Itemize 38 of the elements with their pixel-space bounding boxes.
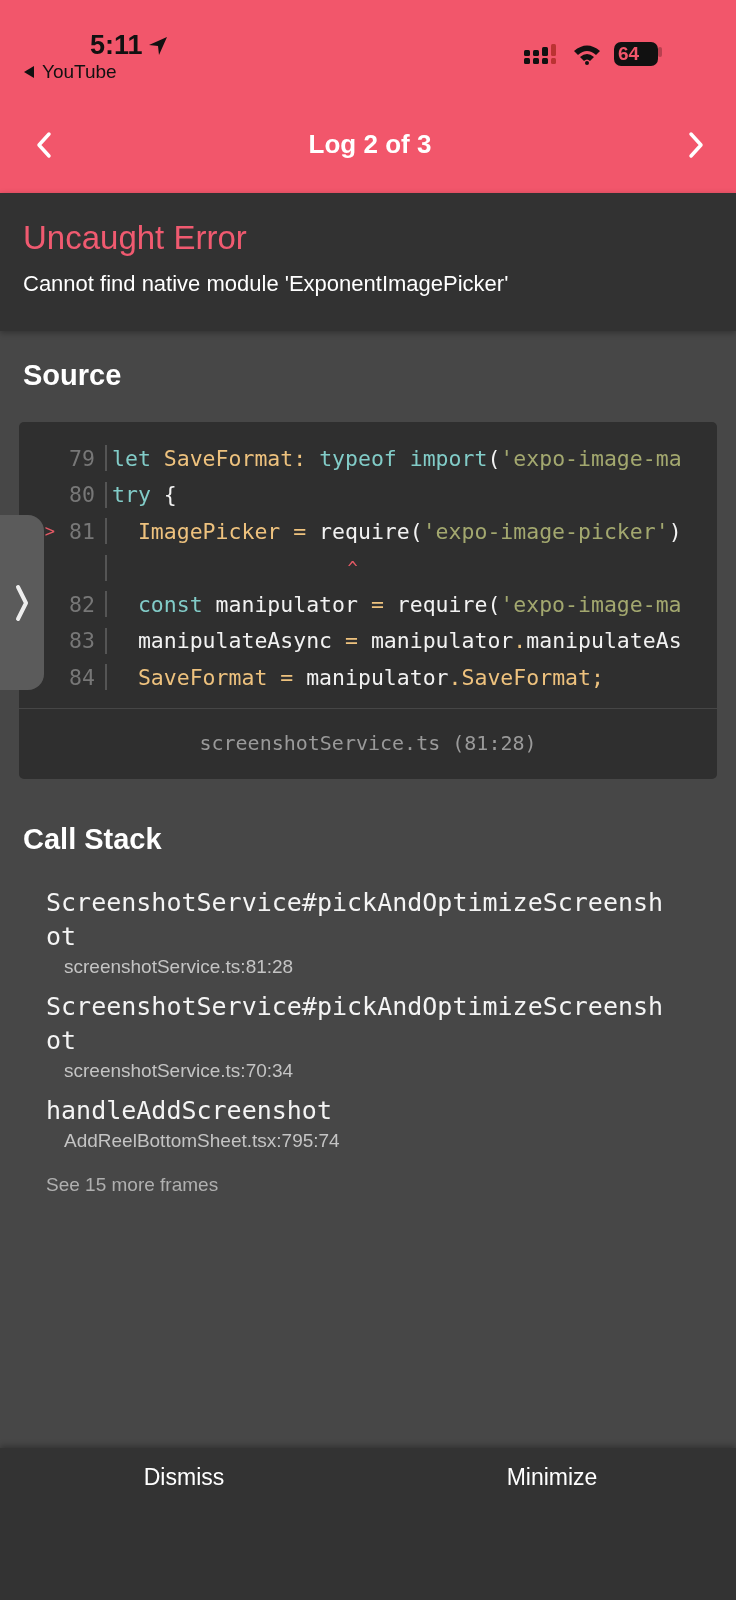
more-frames-link[interactable]: See 15 more frames [46,1173,219,1195]
error-caret: ^ [346,557,358,578]
code-line: ImagePicker = require('expo-image-picker') [136,518,682,544]
section-heading: Call Stack [22,822,163,856]
error-title: Uncaught Error [23,219,248,257]
line-number: 82 [69,591,95,617]
status-time: 5:11 [90,30,143,61]
section-heading: Source [22,359,123,392]
battery-indicator: 64 [614,42,664,66]
code-line: const manipulator = require('expo-image-ma [136,591,682,617]
back-to-app-link[interactable]: YouTube [22,61,169,83]
action-button[interactable]: Dismiss [0,1448,368,1507]
action-button[interactable]: Minimize [368,1448,736,1507]
line-number: 80 [69,482,95,508]
stack-frame-location: screenshotService.ts:70:34 [63,1059,295,1082]
error-marker: > [44,521,55,542]
stack-frame-name[interactable]: handleAddScreenshot [46,1093,671,1128]
line-number: 83 [69,628,95,654]
stack-frame-location: AddReelBottomSheet.tsx:795:74 [63,1129,341,1152]
log-title: Log 2 of 3 [308,129,432,160]
line-number: 84 [69,664,95,690]
line-number: 79 [69,445,95,471]
chevron-right-icon [14,582,30,623]
chevron-right-icon [686,130,706,159]
chevron-left-icon [34,130,54,159]
side-handle[interactable] [0,515,44,690]
stack-frame-name[interactable]: ScreenshotService#pickAndOptimizeScreenshot [46,989,671,1058]
source-file-location: screenshotService.ts (81:28) [199,730,537,755]
error-message: Cannot find native module 'ExponentImagePicker' [23,271,510,297]
code-line: try { [112,482,177,508]
stack-frame-location: screenshotService.ts:81:28 [63,955,295,978]
wifi-icon [572,43,602,65]
code-line: manipulateAsync = manipulator.manipulateAs [136,628,682,654]
stack-frame-name[interactable]: ScreenshotService#pickAndOptimizeScreenshot [46,885,671,954]
code-line: SaveFormat = manipulator.SaveFormat; [136,664,604,690]
line-number: 81 [69,518,95,544]
code-line: let SaveFormat: typeof import('expo-image-ma [112,445,682,471]
back-triangle-icon [22,65,36,79]
